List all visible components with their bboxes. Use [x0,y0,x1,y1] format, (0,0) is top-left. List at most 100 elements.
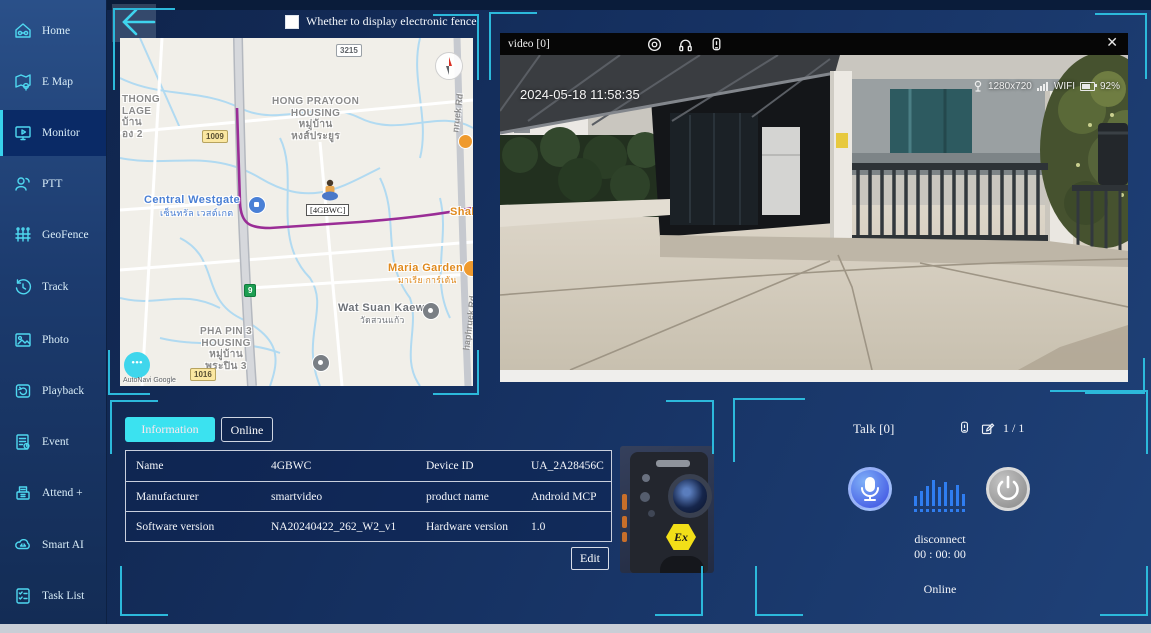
device-info-table: Name 4GBWC Device ID UA_2A28456C Manufac… [125,450,612,542]
talk-online-status: Online [870,582,1010,597]
talk-bracket-tl [733,398,805,462]
bodycam-body: Ex [630,452,708,573]
compose-icon[interactable] [980,421,995,436]
sidebar-item-track[interactable]: Track [0,264,106,310]
battery-percent: 92% [1100,81,1120,92]
fence-toggle-row: Whether to display electronic fence [285,14,477,29]
temple-pin-icon [422,302,440,320]
map-label-pha-pin: PHA PIN 3 HOUSING หมู่บ้าน พระปิน 3 [200,326,252,372]
video-timestamp: 2024-05-18 11:58:35 [520,87,640,102]
sidebar-item-tasklist[interactable]: Task List [0,573,106,619]
sidebar-item-ptt[interactable]: PTT [0,161,106,207]
fence-icon [13,225,33,245]
sidebar-item-label: Playback [42,385,84,397]
info-label: Software version [126,511,261,541]
edit-button[interactable]: Edit [571,547,609,570]
audio-level-base [914,509,968,512]
sidebar-item-attend[interactable]: Attend + [0,470,106,516]
video-resolution: 1280x720 [988,81,1032,92]
top-strip [0,0,1151,10]
street-scene [500,55,1128,370]
sidebar-item-label: Smart AI [42,539,84,551]
map-attribution: AutoNavi Google [123,377,176,384]
sidebar-item-emap[interactable]: E Map [0,59,106,105]
info-bracket-bl [120,566,168,616]
sidebar-item-label: E Map [42,76,73,88]
info-bracket-br [655,566,703,616]
sidebar-item-label: GeoFence [42,229,89,241]
restaurant-pin-icon [463,260,473,277]
map-panel[interactable]: THONG LAGE บ้าน อง 2 HONG PRAYOON HOUSIN… [120,38,473,386]
talk-intercom-icon [957,420,972,436]
sidebar: Home E Map Monitor PTT GeoFence Track Ph… [0,0,107,624]
temple-pin2-icon [312,354,330,372]
info-value: UA_2A28456C [521,451,611,481]
device-photo: Ex [620,446,714,573]
tab-information[interactable]: Information [125,417,215,442]
sidebar-item-label: Photo [42,334,69,346]
talk-power-button[interactable] [986,467,1030,511]
info-label: Hardware version [416,511,521,541]
sidebar-item-home[interactable]: Home [0,8,106,54]
video-close-button[interactable]: ✕ [1106,34,1118,51]
video-header-icons [646,36,725,53]
talk-mic-button[interactable] [848,467,892,511]
sidebar-item-label: PTT [42,178,62,190]
tab-online[interactable]: Online [221,417,273,442]
map-label-hong-prayoon: HONG PRAYOON HOUSING หมู่บ้าน หงส์ประยูร [272,96,359,142]
back-arrow-icon [112,4,156,42]
map-label-wat-suan-kaew-thai: วัดสวนแก้ว [360,316,405,326]
attend-icon [13,483,33,503]
info-label: Name [126,451,261,481]
audio-level-bars [914,468,968,506]
event-icon [13,432,33,452]
home-icon [13,21,33,41]
intercom-icon[interactable] [708,36,725,53]
device-marker-icon[interactable] [320,178,340,202]
video-status-bar: 1280x720 WIFI 92% [973,80,1120,92]
gps-icon [973,80,983,92]
mall-pin-icon [248,196,266,214]
video-bottom-bar [500,370,1128,382]
sidebar-item-playback[interactable]: Playback [0,368,106,414]
road-badge-1009: 1009 [202,130,228,143]
sidebar-item-label: Monitor [42,127,80,139]
sidebar-item-event[interactable]: Event [0,419,106,465]
info-value: 1.0 [521,511,611,541]
map-label-maria-garden: Maria Garden [388,262,463,275]
map-label-wat-suan-kaew: Wat Suan Kaew [338,302,425,315]
video-panel: video [0] ✕ [500,33,1128,382]
fence-checkbox[interactable] [285,15,299,29]
road-badge-9: 9 [244,284,256,297]
map-more-button[interactable]: ••• [124,352,150,378]
info-label: product name [416,481,521,511]
camera-lens [668,474,712,518]
watch-icon[interactable] [646,36,663,53]
restaurant-pin2-icon [458,134,473,149]
sidebar-item-label: Attend + [42,487,83,499]
monitor-page: Home E Map Monitor PTT GeoFence Track Ph… [0,0,1151,633]
map-label-maria-garden-thai: มาเรีย การ์เด้น [398,276,457,286]
compass-icon[interactable] [435,52,463,80]
video-title: video [0] [508,38,550,50]
video-header: video [0] ✕ [500,33,1128,55]
road-badge-1016: 1016 [190,368,216,381]
back-button[interactable] [112,4,156,42]
road-badge-3215: 3215 [336,44,362,57]
map-label-central-westgate: Central Westgate [144,194,240,207]
sidebar-item-geofence[interactable]: GeoFence [0,212,106,258]
power-icon [989,470,1027,508]
track-history-icon [13,277,33,297]
talk-timer: 00 : 00: 00 [870,547,1010,562]
bottom-strip [0,624,1151,633]
monitor-icon [13,123,33,143]
sidebar-item-photo[interactable]: Photo [0,317,106,363]
sidebar-item-label: Task List [42,590,84,602]
headphones-icon[interactable] [677,36,694,53]
ex-badge: Ex [666,524,696,550]
map-label-shabu: ShabuB [450,206,473,219]
wifi-label: WIFI [1054,81,1075,92]
sidebar-item-smartai[interactable]: Smart AI [0,522,106,568]
sidebar-item-monitor[interactable]: Monitor [0,110,106,156]
sidebar-item-label: Home [42,25,70,37]
